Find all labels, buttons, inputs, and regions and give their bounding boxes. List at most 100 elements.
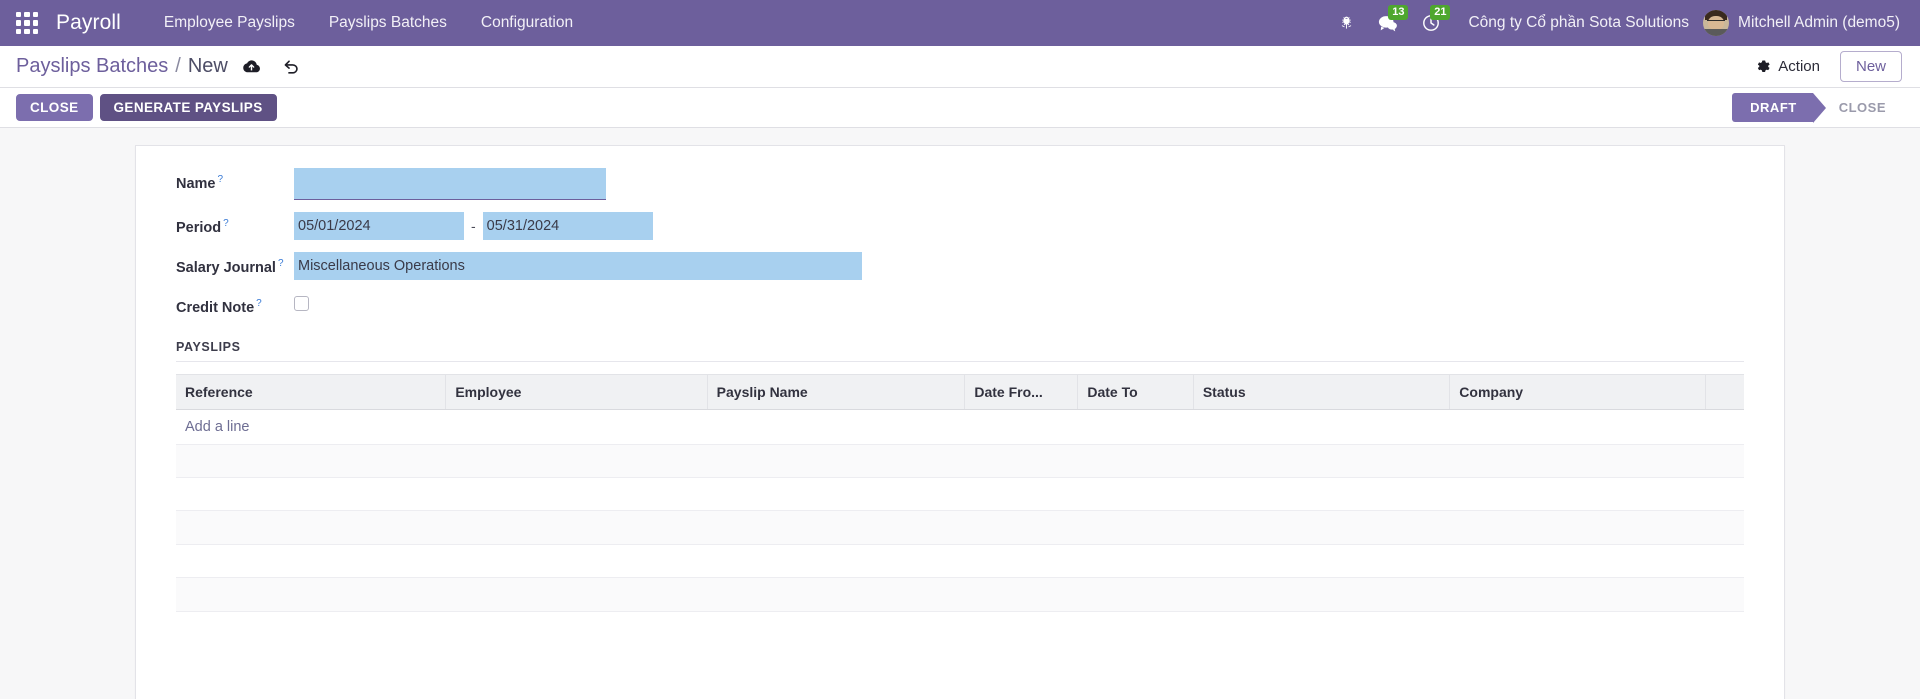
undo-discard-icon[interactable] bbox=[283, 59, 300, 75]
form-sheet: Name? Period? 05/01/2024 - 05/31/2024 Sa… bbox=[135, 145, 1785, 699]
action-menu-label: Action bbox=[1778, 58, 1820, 75]
main-menu: Employee Payslips Payslips Batches Confi… bbox=[147, 0, 590, 46]
payslips-table-head: Reference Employee Payslip Name Date Fro… bbox=[176, 374, 1744, 409]
column-header-company[interactable]: Company bbox=[1450, 374, 1705, 409]
column-header-options[interactable] bbox=[1705, 374, 1744, 409]
field-value-credit-note bbox=[294, 292, 309, 311]
avatar bbox=[1703, 10, 1729, 36]
date-to-input[interactable]: 05/31/2024 bbox=[483, 212, 653, 240]
table-row bbox=[176, 510, 1744, 544]
navbar-right-group: 13 21 Công ty Cổ phần Sota Solutions Mit… bbox=[1327, 0, 1902, 46]
date-range-separator: - bbox=[471, 218, 476, 234]
close-button[interactable]: Close bbox=[16, 94, 93, 121]
control-panel: Payslips Batches / New bbox=[0, 46, 1920, 88]
label-credit-note: Credit Note? bbox=[176, 292, 294, 316]
apps-grid-cell bbox=[24, 20, 29, 25]
activities-count-badge: 21 bbox=[1430, 5, 1450, 20]
empty-cell bbox=[176, 544, 1744, 577]
label-name: Name? bbox=[176, 168, 294, 192]
apps-grid-icon[interactable] bbox=[10, 6, 44, 40]
payslips-header-row: Reference Employee Payslip Name Date Fro… bbox=[176, 374, 1744, 409]
app-brand-title[interactable]: Payroll bbox=[56, 11, 121, 35]
form-view-area: Name? Period? 05/01/2024 - 05/31/2024 Sa… bbox=[0, 128, 1920, 699]
label-salary-journal: Salary Journal? bbox=[176, 252, 294, 276]
salary-journal-input[interactable]: Miscellaneous Operations bbox=[294, 252, 862, 280]
label-period: Period? bbox=[176, 212, 294, 236]
column-header-employee[interactable]: Employee bbox=[446, 374, 707, 409]
apps-grid-cell bbox=[24, 12, 29, 17]
user-menu[interactable]: Mitchell Admin (demo5) bbox=[1703, 10, 1902, 36]
field-value-salary-journal: Miscellaneous Operations bbox=[294, 252, 862, 280]
table-row bbox=[176, 444, 1744, 477]
help-tooltip-icon[interactable]: ? bbox=[223, 218, 229, 229]
bug-icon[interactable] bbox=[1327, 0, 1366, 46]
apps-grid-cell bbox=[16, 12, 21, 17]
help-tooltip-icon[interactable]: ? bbox=[218, 174, 224, 185]
breadcrumb-root-link[interactable]: Payslips Batches bbox=[16, 55, 168, 78]
activities-clock-icon[interactable]: 21 bbox=[1410, 0, 1452, 46]
breadcrumb-separator: / bbox=[175, 55, 181, 78]
apps-grid-cell bbox=[33, 29, 38, 34]
gear-icon bbox=[1756, 59, 1771, 74]
menu-item-employee-payslips[interactable]: Employee Payslips bbox=[147, 0, 312, 46]
apps-grid-cell bbox=[33, 20, 38, 25]
label-salary-journal-text: Salary Journal bbox=[176, 260, 276, 276]
apps-grid-cell bbox=[16, 29, 21, 34]
table-row bbox=[176, 477, 1744, 510]
date-from-input[interactable]: 05/01/2024 bbox=[294, 212, 464, 240]
label-credit-note-text: Credit Note bbox=[176, 300, 254, 316]
menu-item-payslips-batches[interactable]: Payslips Batches bbox=[312, 0, 464, 46]
column-header-date-to[interactable]: Date To bbox=[1078, 374, 1193, 409]
payslips-section-title: Payslips bbox=[176, 340, 1744, 362]
stage-pipeline: Draft Close bbox=[1732, 93, 1902, 122]
field-value-name bbox=[294, 168, 606, 200]
record-save-discard-group bbox=[242, 59, 300, 75]
action-menu-button[interactable]: Action bbox=[1750, 54, 1826, 79]
empty-cell bbox=[176, 477, 1744, 510]
field-value-period: 05/01/2024 - 05/31/2024 bbox=[294, 212, 653, 240]
apps-grid-cell bbox=[24, 29, 29, 34]
empty-cell bbox=[176, 510, 1744, 544]
empty-cell bbox=[176, 444, 1744, 477]
apps-grid-cell bbox=[16, 20, 21, 25]
field-row-salary-journal: Salary Journal? Miscellaneous Operations bbox=[176, 252, 1744, 280]
add-a-line-cell: Add a line bbox=[176, 409, 1744, 444]
column-header-reference[interactable]: Reference bbox=[176, 374, 446, 409]
help-tooltip-icon[interactable]: ? bbox=[256, 298, 262, 309]
avatar-shirt bbox=[1703, 29, 1729, 36]
breadcrumb-current: New bbox=[188, 55, 228, 78]
stage-draft[interactable]: Draft bbox=[1732, 93, 1813, 122]
field-row-period: Period? 05/01/2024 - 05/31/2024 bbox=[176, 212, 1744, 240]
name-input[interactable] bbox=[294, 168, 606, 200]
field-row-name: Name? bbox=[176, 168, 1744, 200]
company-switcher[interactable]: Công ty Cổ phần Sota Solutions bbox=[1452, 14, 1703, 32]
credit-note-checkbox[interactable] bbox=[294, 296, 309, 311]
apps-grid-cell bbox=[33, 12, 38, 17]
user-name-label: Mitchell Admin (demo5) bbox=[1738, 14, 1900, 32]
payslips-table: Reference Employee Payslip Name Date Fro… bbox=[176, 374, 1744, 612]
top-navbar: Payroll Employee Payslips Payslips Batch… bbox=[0, 0, 1920, 46]
add-a-line-link[interactable]: Add a line bbox=[185, 419, 250, 435]
payslips-table-body: Add a line bbox=[176, 409, 1744, 611]
column-header-status[interactable]: Status bbox=[1193, 374, 1449, 409]
table-row bbox=[176, 544, 1744, 577]
control-panel-right: Action New bbox=[1750, 51, 1902, 82]
cloud-upload-icon[interactable] bbox=[242, 59, 261, 74]
generate-payslips-button[interactable]: Generate Payslips bbox=[100, 94, 277, 121]
stage-close[interactable]: Close bbox=[1813, 93, 1902, 122]
column-header-date-from[interactable]: Date Fro... bbox=[965, 374, 1078, 409]
new-button[interactable]: New bbox=[1840, 51, 1902, 82]
field-row-credit-note: Credit Note? bbox=[176, 292, 1744, 316]
add-a-line-row: Add a line bbox=[176, 409, 1744, 444]
breadcrumb: Payslips Batches / New bbox=[16, 55, 228, 78]
table-row bbox=[176, 577, 1744, 611]
messages-count-badge: 13 bbox=[1388, 5, 1408, 20]
statusbar-buttons: Close Generate Payslips bbox=[16, 94, 277, 121]
payslips-section: Payslips Reference Employee Pa bbox=[176, 340, 1744, 612]
record-statusbar: Close Generate Payslips Draft Close bbox=[0, 88, 1920, 128]
column-header-payslip-name[interactable]: Payslip Name bbox=[707, 374, 965, 409]
menu-item-configuration[interactable]: Configuration bbox=[464, 0, 590, 46]
messages-icon[interactable]: 13 bbox=[1366, 0, 1410, 46]
help-tooltip-icon[interactable]: ? bbox=[278, 258, 284, 269]
empty-cell bbox=[176, 577, 1744, 611]
